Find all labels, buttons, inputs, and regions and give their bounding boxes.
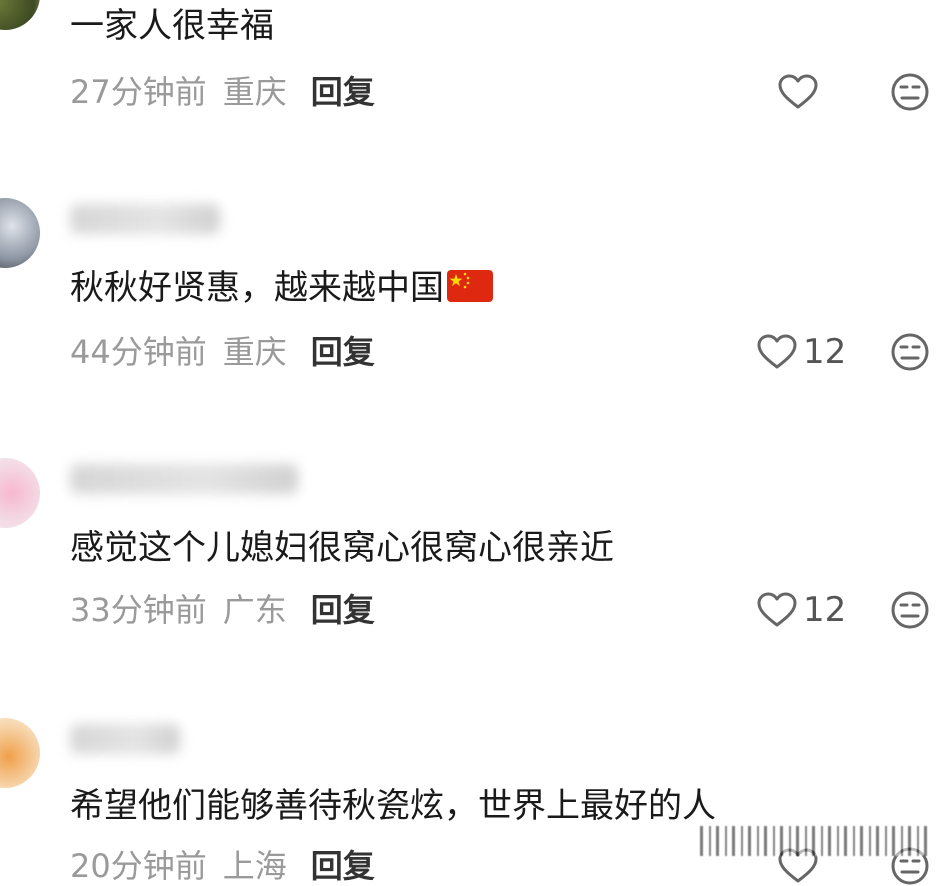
neutral-face-icon[interactable] — [890, 332, 930, 372]
reply-button[interactable]: 回复 — [311, 333, 375, 371]
comment-meta: 44分钟前 重庆 回复 — [70, 332, 375, 372]
username-blurred[interactable] — [70, 464, 298, 494]
reply-button[interactable]: 回复 — [311, 591, 375, 629]
china-flag-emoji — [447, 270, 493, 302]
comment-time: 20分钟前 — [70, 847, 207, 885]
heart-outline-icon — [757, 592, 797, 627]
username-blurred[interactable] — [70, 724, 180, 754]
comment-time: 27分钟前 — [70, 73, 207, 111]
like-button[interactable] — [778, 72, 824, 112]
like-button[interactable]: 12 — [757, 590, 846, 630]
comment-location: 上海 — [222, 847, 287, 885]
neutral-face-icon[interactable] — [890, 72, 930, 112]
comment-location: 重庆 — [222, 73, 287, 111]
avatar[interactable] — [0, 458, 40, 528]
heart-outline-icon — [778, 74, 818, 109]
username-blurred[interactable] — [70, 204, 220, 234]
like-count: 12 — [803, 332, 847, 372]
comment-meta: 27分钟前 重庆 回复 — [70, 72, 375, 112]
comment-meta: 20分钟前 上海 回复 — [70, 846, 375, 886]
reply-button[interactable]: 回复 — [311, 73, 375, 111]
comment-location: 广东 — [222, 591, 287, 629]
reply-button[interactable]: 回复 — [311, 847, 375, 885]
avatar[interactable] — [0, 718, 40, 788]
heart-outline-icon — [757, 334, 797, 369]
comment-meta: 33分钟前 广东 回复 — [70, 590, 375, 630]
comment-text-content: 秋秋好贤惠，越来越中国 — [70, 268, 444, 308]
avatar[interactable] — [0, 0, 40, 30]
comment-text: 希望他们能够善待秋瓷炫，世界上最好的人 — [70, 786, 716, 826]
comment-time: 44分钟前 — [70, 333, 207, 371]
comment-text: 感觉这个儿媳妇很窝心很窝心很亲近 — [70, 528, 614, 568]
comment-time: 33分钟前 — [70, 591, 207, 629]
like-count: 12 — [803, 590, 847, 630]
comment-text: 一家人很幸福 — [70, 6, 274, 46]
like-button[interactable]: 12 — [757, 332, 846, 372]
watermark-overlay — [700, 826, 930, 856]
comment-location: 重庆 — [222, 333, 287, 371]
avatar[interactable] — [0, 198, 40, 268]
comment-text: 秋秋好贤惠，越来越中国 — [70, 268, 494, 308]
neutral-face-icon[interactable] — [890, 590, 930, 630]
